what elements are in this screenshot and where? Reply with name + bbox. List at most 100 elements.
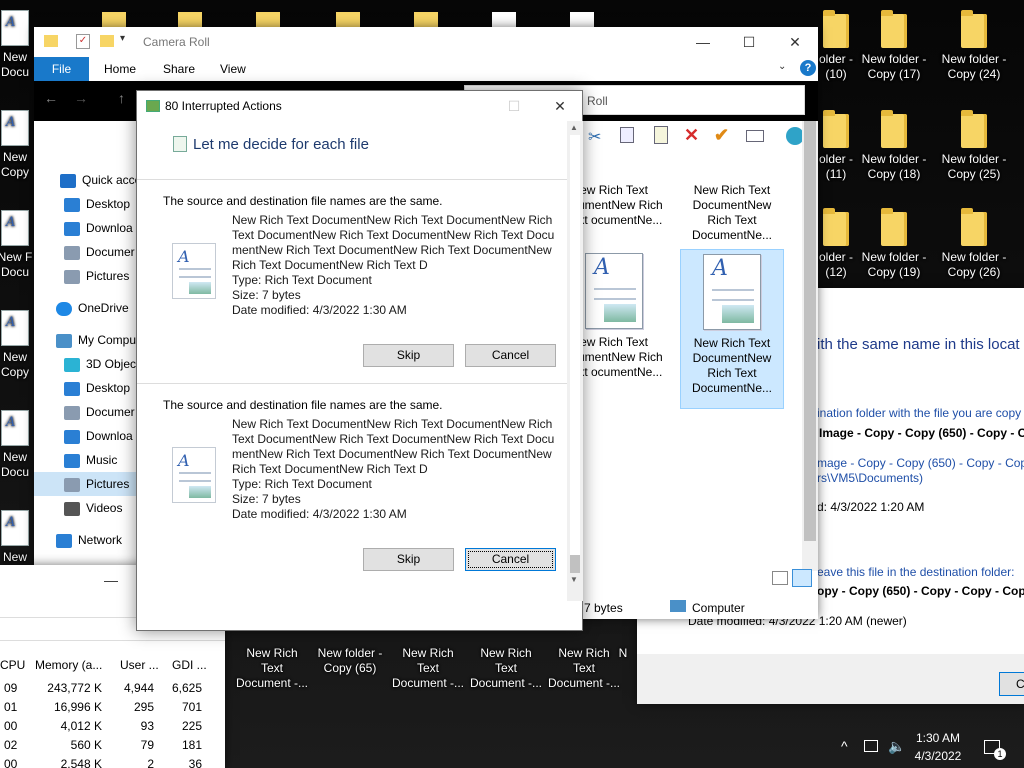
desktop-icon[interactable]: A New Copy	[0, 310, 38, 380]
checkmark-icon[interactable]: ✔	[714, 125, 729, 146]
desktop-icon[interactable]: N	[608, 632, 638, 661]
desktop-icon[interactable]: New Rich Text Document -...	[390, 632, 466, 691]
sidebar-item-documents[interactable]: Documer	[64, 240, 135, 264]
sidebar-item-onedrive[interactable]: OneDrive	[56, 296, 129, 320]
new-folder-icon[interactable]	[100, 35, 114, 47]
cancel-button[interactable]: Cancel	[465, 344, 556, 367]
up-arrow-icon[interactable]: ↑	[118, 90, 125, 106]
desktop-icon[interactable]: A New Copy	[0, 110, 38, 180]
sidebar-item-downloads[interactable]: Downloa	[64, 216, 133, 240]
skip-button[interactable]: Skip	[363, 548, 454, 571]
column-header-memory[interactable]: Memory (a...	[35, 658, 102, 672]
large-icons-view-icon[interactable]	[792, 569, 812, 587]
desktop-icon[interactable]: A New Docu	[0, 410, 38, 480]
folder-icon[interactable]: older - (12)	[816, 208, 856, 280]
maximize-button[interactable]: ☐	[726, 27, 772, 57]
sidebar-item-pictures[interactable]: Pictures	[64, 264, 129, 288]
cut-icon[interactable]: ✂	[588, 127, 601, 147]
desktop-icon[interactable]: A New	[0, 510, 38, 565]
vertical-scrollbar[interactable]	[802, 121, 818, 571]
sidebar-item-music[interactable]: Music	[64, 448, 117, 472]
scrollbar-thumb[interactable]	[570, 135, 580, 555]
help-icon[interactable]: ?	[800, 60, 816, 76]
folder-icon[interactable]: New folder - Copy (18)	[856, 110, 932, 182]
column-header-user[interactable]: User ...	[120, 658, 159, 672]
rich-text-document-icon: A	[585, 253, 643, 329]
tab-home[interactable]: Home	[104, 57, 136, 81]
scroll-up-icon[interactable]: ▲	[570, 123, 578, 132]
scrollbar-thumb-active[interactable]	[570, 555, 580, 573]
dialog-title: 80 Interrupted Actions	[165, 99, 282, 113]
table-row[interactable]: 00 2,548 K 2 36	[0, 757, 225, 768]
rename-icon[interactable]	[746, 130, 764, 142]
folder-icon[interactable]: New folder - Copy (19)	[856, 208, 932, 280]
column-header-cpu[interactable]: CPU	[0, 658, 25, 672]
tab-view[interactable]: View	[220, 57, 246, 81]
back-arrow-icon[interactable]: ←	[44, 90, 58, 106]
sidebar-item-videos[interactable]: Videos	[64, 496, 122, 520]
desktop-icon[interactable]: A New F Docu	[0, 210, 38, 280]
column-header-gdi[interactable]: GDI ...	[172, 658, 207, 672]
tab-share[interactable]: Share	[163, 57, 195, 81]
chevron-up-icon[interactable]: ^	[841, 738, 848, 754]
taskbar-date[interactable]: 4/3/2022	[906, 749, 970, 763]
forward-arrow-icon[interactable]: →	[74, 90, 88, 106]
folder-icon[interactable]: New folder - Copy (17)	[856, 10, 932, 82]
file-tile-selected[interactable]: A New Rich Text DocumentNew Rich Text Do…	[680, 249, 784, 409]
file-name: New Rich Text DocumentNew Rich Text Docu…	[232, 417, 555, 476]
sidebar-item-desktop[interactable]: Desktop	[64, 192, 130, 216]
table-row[interactable]: 01 16,996 K 295 701	[0, 700, 225, 718]
replace-option-line[interactable]: ination folder with the file you are cop…	[817, 406, 1021, 420]
replace-option-line[interactable]: mage - Copy - Copy (650) - Copy - Cop	[817, 456, 1024, 470]
desktop-icon[interactable]: New Rich Text Document -...	[468, 632, 544, 691]
sidebar-item-my-computer[interactable]: My Compu	[56, 328, 136, 352]
file-type: Type: Rich Text Document	[232, 477, 372, 491]
dialog-scrollbar[interactable]: ▲ ▼	[567, 121, 583, 601]
volume-icon[interactable]: 🔈	[888, 738, 905, 755]
sidebar-item-desktop[interactable]: Desktop	[64, 376, 130, 400]
replace-cancel-button[interactable]: C	[999, 672, 1024, 696]
scroll-down-icon[interactable]: ▼	[570, 575, 578, 584]
copy-icon[interactable]	[620, 127, 634, 143]
file-tab[interactable]: File	[34, 57, 89, 81]
folder-icon[interactable]: New folder - Copy (26)	[936, 208, 1012, 280]
minimize-button[interactable]: —	[88, 565, 134, 595]
desktop-icon[interactable]: New Rich Text Document -...	[234, 632, 310, 691]
skip-button[interactable]: Skip	[363, 344, 454, 367]
chevron-down-icon[interactable]: ▾	[120, 33, 125, 44]
sidebar-item-network[interactable]: Network	[56, 528, 122, 552]
folder-icon[interactable]: New folder - Copy (24)	[936, 10, 1012, 82]
close-button[interactable]: ✕	[537, 91, 583, 121]
desktop-icon[interactable]: A New Docu	[0, 10, 38, 80]
minimize-button[interactable]: —	[680, 27, 726, 57]
ribbon-expand-icon[interactable]: ⌄	[778, 61, 786, 72]
taskbar-time[interactable]: 1:30 AM	[906, 731, 970, 745]
table-row[interactable]: 00 4,012 K 93 225	[0, 719, 225, 737]
scrollbar-thumb[interactable]	[804, 121, 816, 541]
folder-icon[interactable]: older - (11)	[816, 110, 856, 182]
delete-icon[interactable]: ✕	[684, 125, 699, 146]
folder-icon[interactable]: older - (10)	[816, 10, 856, 82]
folder-icon[interactable]: New folder - Copy (25)	[936, 110, 1012, 182]
dialog-header: Let me decide for each file	[193, 136, 369, 153]
details-view-icon[interactable]	[772, 571, 788, 585]
properties-icon[interactable]: ✓	[76, 34, 90, 49]
command-bar: ✂ ✕ ✔	[580, 123, 818, 151]
folder-icon[interactable]: New folder - Copy (65)	[312, 632, 388, 676]
cancel-button[interactable]: Cancel	[465, 548, 556, 571]
replace-option-line[interactable]: eave this file in the destination folder…	[817, 565, 1014, 579]
paste-icon[interactable]	[654, 126, 668, 144]
pictures-icon	[64, 477, 80, 492]
table-row[interactable]: 02 560 K 79 181	[0, 738, 225, 756]
sidebar-item-quick-access[interactable]: Quick acce	[60, 168, 141, 192]
sidebar-item-pictures[interactable]: Pictures	[34, 472, 136, 496]
sidebar-item-downloads[interactable]: Downloa	[64, 424, 133, 448]
table-row[interactable]: 09 243,772 K 4,944 6,625	[0, 681, 225, 699]
sidebar-item-3d-objects[interactable]: 3D Objec	[64, 352, 136, 376]
sidebar-item-documents[interactable]: Documer	[64, 400, 135, 424]
close-button[interactable]: ✕	[772, 27, 818, 57]
music-icon	[64, 453, 80, 468]
file-tile[interactable]: New Rich Text DocumentNew Rich Text Docu…	[680, 153, 784, 243]
window-title: Camera Roll	[143, 35, 210, 49]
network-icon[interactable]	[864, 740, 878, 752]
